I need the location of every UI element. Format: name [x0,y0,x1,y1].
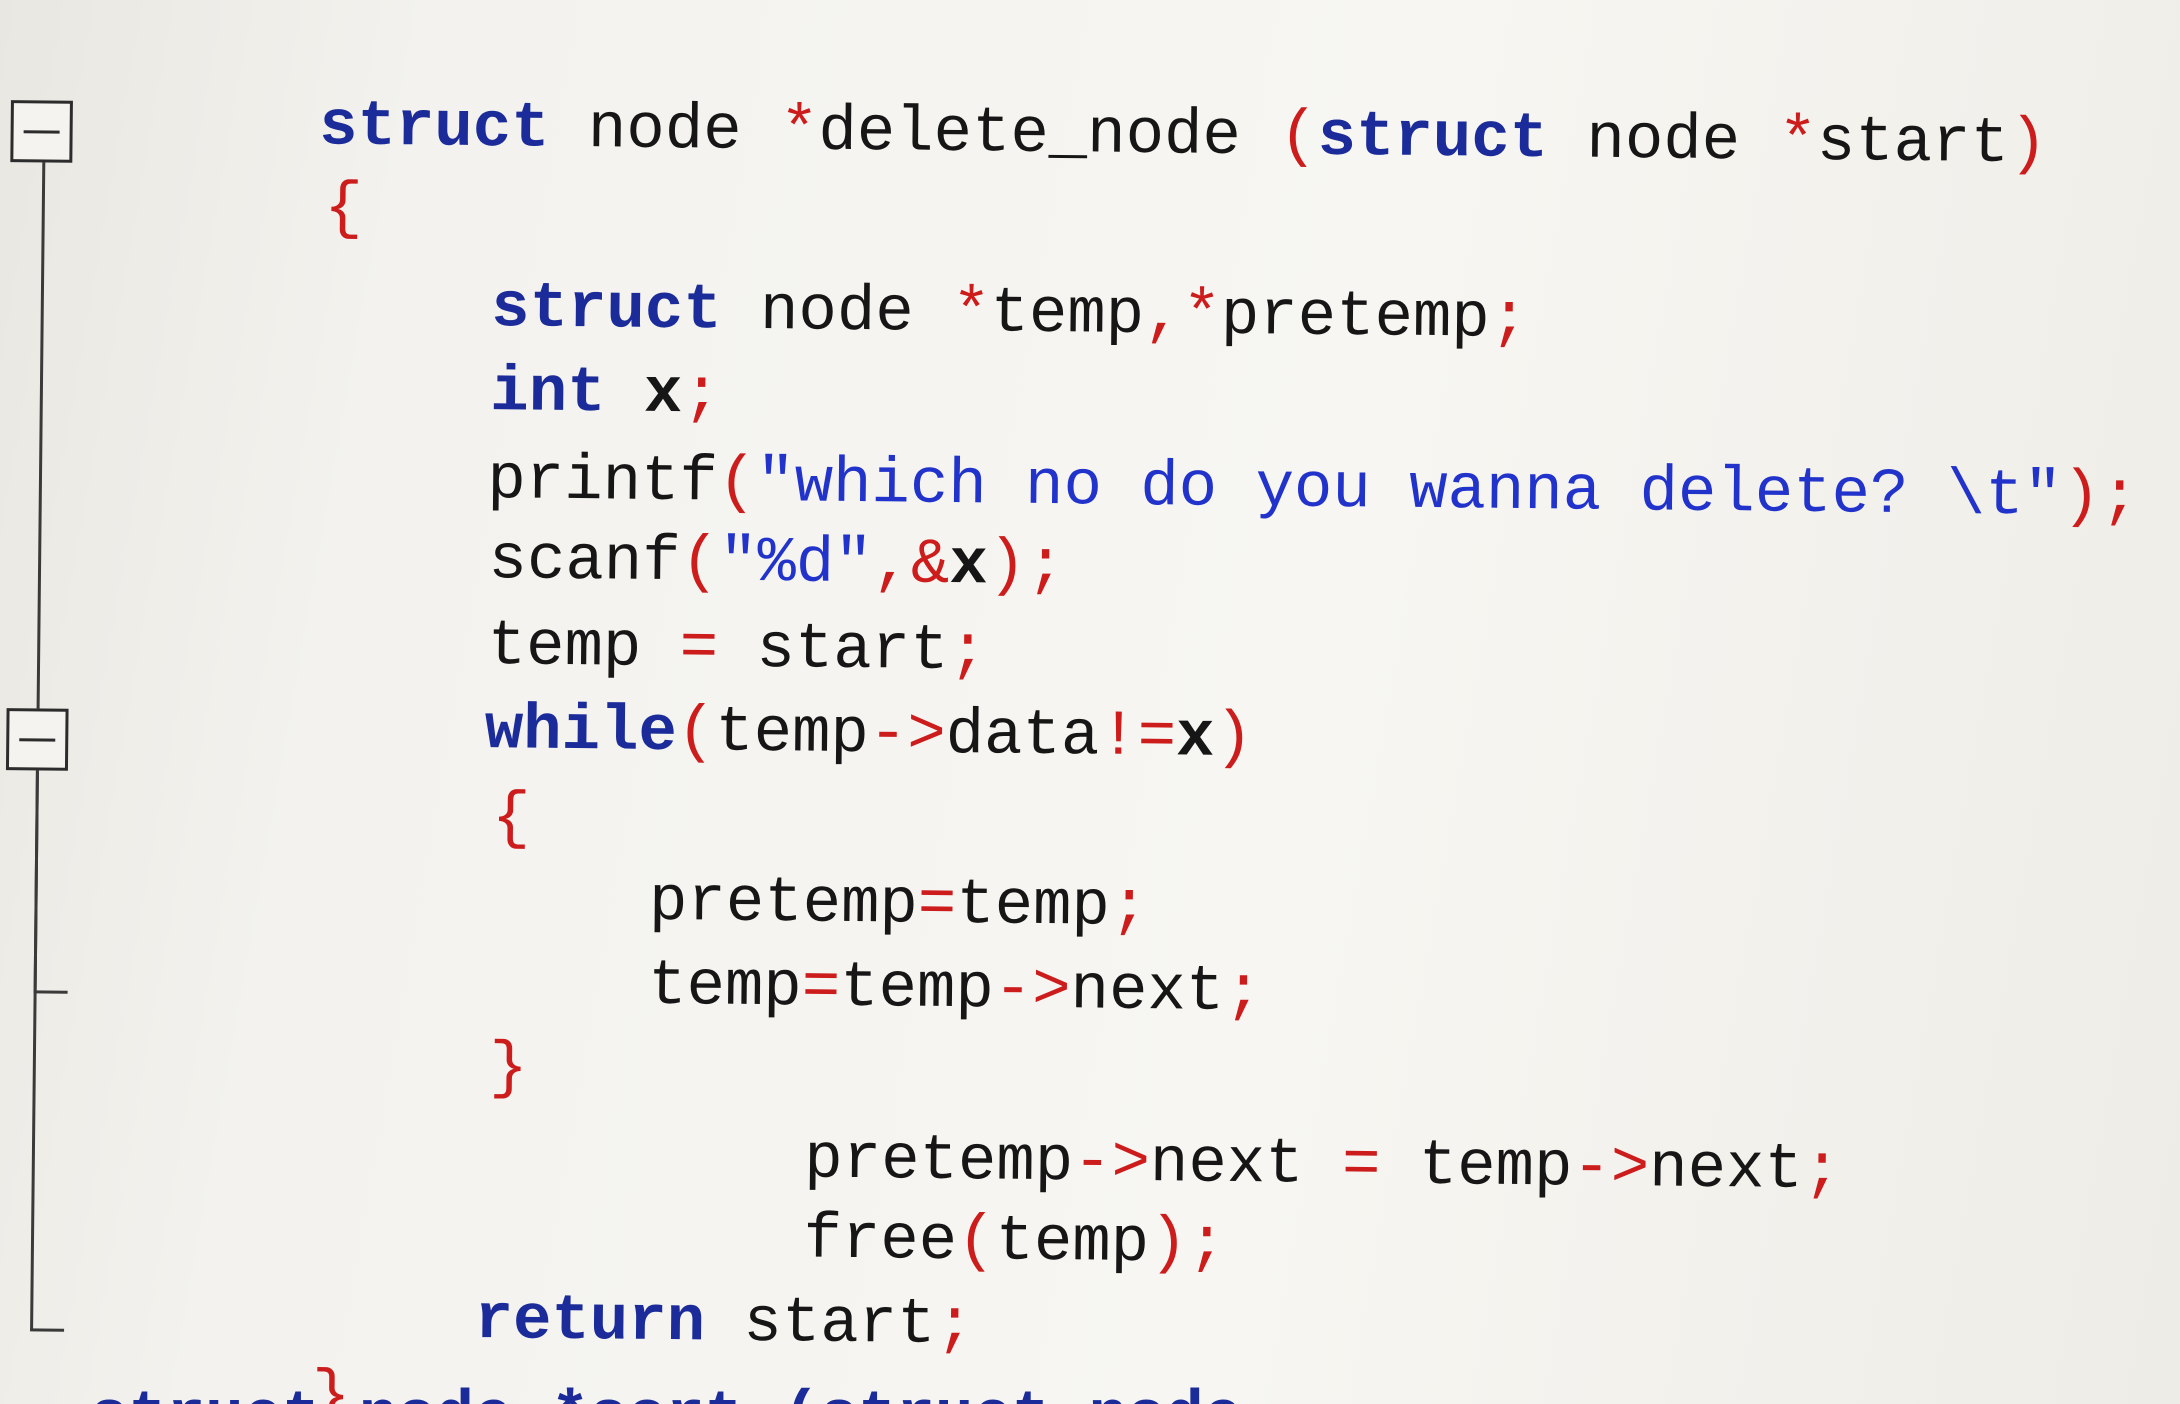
code-line-8: while(temp->data!=x) [255,633,1254,775]
code-line-2: { [94,111,364,245]
token-keyword: return [474,1285,706,1360]
token-punctuation: ; [1802,1134,1842,1208]
fold-toggle-while-icon[interactable] [5,708,69,771]
token-identifier: next [1648,1133,1804,1207]
token-punctuation: ; [1223,956,1263,1030]
token-punctuation: ); [2061,461,2140,535]
token-punctuation: ; [1489,283,1529,357]
token-punctuation: ( [676,697,716,770]
token-operator: * [779,96,819,169]
token-identifier: start [704,1287,936,1362]
code-line-13: pretemp->next = temp->next; [574,1062,1842,1207]
fold-guide-inner [33,770,39,993]
token-identifier: x [1175,702,1215,775]
token-identifier: start [1816,107,2010,182]
token-punctuation: ) [2008,109,2048,182]
token-identifier: temp [1380,1130,1573,1205]
code-line-17-cutoff: struct node *sort (struct node [90,1386,1242,1404]
token-punctuation: ; [935,1289,975,1363]
token-operator: -> [1572,1132,1650,1206]
code-line-11: temp=temp->next; [418,888,1264,1029]
token-punctuation: ); [987,530,1066,604]
token-operator: * [951,277,991,351]
token-keyword: struct [1317,101,1549,177]
code-line-7: temp = start; [258,549,988,688]
code-view: struct node *delete_node (struct node *s… [0,0,2180,1404]
token-operator: * [1182,280,1222,353]
code-line-4: int x; [260,295,722,431]
fold-guide-outer-end [30,1328,65,1332]
code-line-6: scanf("%d",&x); [258,463,1065,603]
token-operator: * [1778,106,1818,180]
token-brace: } [488,1033,529,1106]
token-operator: -> [993,954,1071,1028]
code-line-5: printf("which no do you wanna delete? \t… [257,383,2140,534]
code-line-9: { [262,721,532,855]
token-punctuation: ) [1214,702,1254,776]
code-line-10: pretemp=temp; [419,804,1149,944]
token-operator: != [1098,701,1177,775]
code-line-1: struct node *delete_node (struct node *s… [89,29,2048,181]
token-punctuation: ); [1148,1208,1227,1281]
token-operator: -> [868,699,947,772]
token-identifier: temp [990,278,1145,352]
token-operator: = [1341,1130,1381,1203]
token-identifier: node [721,275,953,350]
code-line-16: } [82,1299,352,1404]
code-line-3: struct node *temp,*pretemp; [261,211,1529,356]
fold-toggle-function-icon[interactable] [10,100,73,163]
token-identifier: next [1070,955,1225,1029]
code-editor-screenshot: struct node *delete_node (struct node *s… [0,0,2180,1404]
token-identifier: temp [995,1206,1150,1281]
code-line-15: return start; [244,1223,974,1362]
fold-guide-inner-end [33,990,68,994]
token-function-name: delete_node [817,96,1280,174]
token-identifier: temp [839,952,995,1027]
token-identifier: pretemp [1220,280,1491,356]
token-identifier: temp [647,950,803,1025]
code-line-12: } [259,971,529,1105]
token-punctuation: , [1143,280,1183,353]
token-identifier: node [549,93,781,169]
code-line-14: free(temp); [573,1142,1227,1280]
token-identifier: data [945,699,1100,774]
token-identifier: node [1547,104,1779,179]
token-identifier: temp [714,697,870,772]
token-operator: = [801,952,841,1025]
token-punctuation: ( [1278,101,1319,174]
